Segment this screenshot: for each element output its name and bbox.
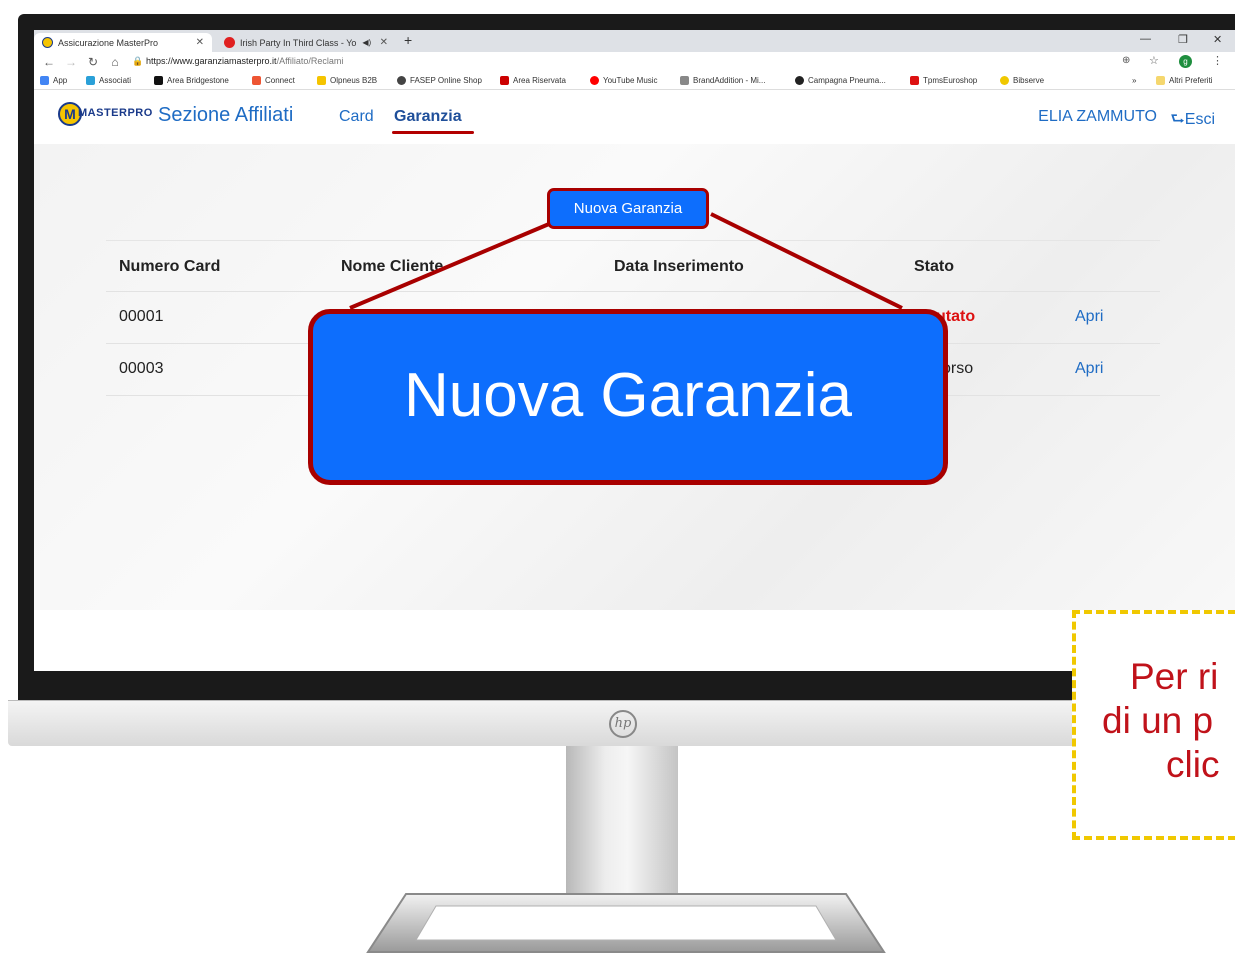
bookmark-item[interactable]: Connect bbox=[252, 76, 295, 85]
youtube-favicon-icon bbox=[224, 37, 235, 48]
tpms-icon bbox=[910, 76, 919, 85]
logout-label: Esci bbox=[1184, 111, 1215, 128]
monitor-stand-base bbox=[366, 893, 886, 953]
bookmark-label: App bbox=[53, 76, 68, 85]
tab-youtube[interactable]: Irish Party In Third Class - Yo ◀) ✕ bbox=[216, 33, 396, 52]
back-icon[interactable]: ← bbox=[42, 55, 56, 69]
url-host: https://www.garanziamasterpro.it bbox=[146, 56, 277, 66]
user-name: ELIA ZAMMUTO bbox=[1038, 108, 1157, 125]
nuova-garanzia-button[interactable]: Nuova Garanzia bbox=[547, 188, 709, 229]
other-bookmarks[interactable]: Altri Preferiti bbox=[1156, 76, 1213, 85]
campagna-icon bbox=[795, 76, 804, 85]
bridgestone-icon bbox=[154, 76, 163, 85]
hp-logo-icon: hp bbox=[609, 710, 637, 738]
menu-icon[interactable]: ⋮ bbox=[1212, 54, 1223, 67]
bookmark-item[interactable]: Olpneus B2B bbox=[317, 76, 377, 85]
apps-icon bbox=[40, 76, 49, 85]
close-tab-icon[interactable]: ✕ bbox=[196, 37, 204, 48]
bookmark-label: Campagna Pneuma... bbox=[808, 76, 886, 85]
logout-link[interactable]: ⮑Esci bbox=[1170, 108, 1215, 135]
browser-tabstrip: Assicurazione MasterPro ✕ Irish Party In… bbox=[34, 30, 1235, 52]
tab-label: Irish Party In Third Class - Yo bbox=[240, 37, 357, 48]
open-link[interactable]: Apri bbox=[1075, 308, 1103, 326]
reload-icon[interactable]: ↻ bbox=[86, 55, 100, 69]
bookmark-label: TpmsEuroshop bbox=[923, 76, 978, 85]
tip-line: di un p bbox=[1102, 700, 1214, 741]
masterpro-logo[interactable]: M MASTERPRO bbox=[58, 102, 152, 132]
brandaddition-icon bbox=[680, 76, 689, 85]
profile-avatar[interactable]: g bbox=[1179, 55, 1192, 68]
bookmark-label: YouTube Music bbox=[603, 76, 658, 85]
bookmarks-bar: App Associati Area Bridgestone Connect O… bbox=[34, 72, 1235, 90]
bookmark-item[interactable]: TpmsEuroshop bbox=[910, 76, 977, 85]
masterpro-favicon-icon bbox=[42, 37, 53, 48]
bookmark-label: Area Riservata bbox=[513, 76, 566, 85]
bookmark-label: BrandAddition - Mi... bbox=[693, 76, 766, 85]
zoomed-nuova-garanzia-callout: Nuova Garanzia bbox=[308, 309, 948, 485]
close-window-icon[interactable]: ✕ bbox=[1213, 33, 1222, 46]
bookmark-item[interactable]: YouTube Music bbox=[590, 76, 658, 85]
logout-icon: ⮑ bbox=[1170, 111, 1185, 128]
restore-icon[interactable]: ❐ bbox=[1178, 33, 1188, 46]
audio-icon[interactable]: ◀) bbox=[362, 38, 371, 47]
people-icon bbox=[86, 76, 95, 85]
bookmark-item[interactable]: Bibserve bbox=[1000, 76, 1044, 85]
forward-icon[interactable]: → bbox=[64, 55, 78, 69]
stage: hp Assicurazione MasterPro ✕ Irish Party… bbox=[0, 0, 1235, 967]
fsc-icon bbox=[500, 76, 509, 85]
cell-numero: 00003 bbox=[119, 360, 164, 377]
instruction-tooltip-text: Per ri di un p clic bbox=[1090, 655, 1235, 787]
close-tab-icon[interactable]: ✕ bbox=[380, 37, 388, 48]
nav-garanzia[interactable]: Garanzia bbox=[394, 108, 462, 126]
tab-masterpro[interactable]: Assicurazione MasterPro ✕ bbox=[34, 33, 212, 52]
brand-title[interactable]: Sezione Affiliati bbox=[158, 104, 293, 127]
star-icon[interactable]: ☆ bbox=[1149, 54, 1159, 67]
table-header: Numero Card Nome Cliente Data Inseriment… bbox=[106, 240, 1160, 292]
header-numero-card: Numero Card bbox=[119, 258, 221, 275]
header-nome-cliente: Nome Cliente bbox=[341, 258, 444, 275]
minimize-icon[interactable]: — bbox=[1140, 33, 1151, 45]
tab-label: Assicurazione MasterPro bbox=[58, 37, 159, 48]
more-bookmarks-icon[interactable]: » bbox=[1132, 76, 1136, 85]
bookmark-item[interactable]: Associati bbox=[86, 76, 131, 85]
site-header: M MASTERPRO Sezione Affiliati Card Garan… bbox=[34, 90, 1235, 144]
bookmark-label: Connect bbox=[265, 76, 295, 85]
nav-highlight-underline bbox=[392, 131, 474, 134]
connect-icon bbox=[252, 76, 261, 85]
bookmark-label: Associati bbox=[99, 76, 132, 85]
olpneus-icon bbox=[317, 76, 326, 85]
header-stato: Stato bbox=[914, 258, 954, 275]
zoom-icon[interactable]: ⊕ bbox=[1122, 55, 1130, 66]
youtube-music-icon bbox=[590, 76, 599, 85]
new-tab-icon[interactable]: + bbox=[404, 32, 412, 48]
lock-icon: 🔒 bbox=[132, 56, 144, 66]
other-bookmarks-label: Altri Preferiti bbox=[1169, 76, 1213, 85]
folder-icon bbox=[1156, 76, 1165, 85]
open-link[interactable]: Apri bbox=[1075, 360, 1103, 378]
bookmark-item[interactable]: BrandAddition - Mi... bbox=[680, 76, 765, 85]
globe-icon bbox=[397, 76, 406, 85]
bookmark-item[interactable]: Area Bridgestone bbox=[154, 76, 229, 85]
address-bar: ← → ↻ ⌂ 🔒 https://www.garanziamasterpro.… bbox=[34, 52, 1235, 72]
nav-card[interactable]: Card bbox=[339, 108, 374, 126]
bookmark-item[interactable]: App bbox=[40, 76, 67, 85]
header-data-inserimento: Data Inserimento bbox=[614, 258, 744, 275]
bookmark-item[interactable]: Campagna Pneuma... bbox=[795, 76, 886, 85]
bookmark-label: FASEP Online Shop bbox=[410, 76, 482, 85]
tip-line: Per ri bbox=[1130, 656, 1219, 697]
bibserve-icon bbox=[1000, 76, 1009, 85]
bookmark-item[interactable]: Area Riservata bbox=[500, 76, 566, 85]
bookmark-label: Olpneus B2B bbox=[330, 76, 378, 85]
monitor-stand-neck bbox=[566, 746, 678, 896]
logo-text: MASTERPRO bbox=[78, 107, 153, 119]
tip-line: clic bbox=[1166, 744, 1220, 785]
bookmark-item[interactable]: FASEP Online Shop bbox=[397, 76, 482, 85]
url-path: /Affiliato/Reclami bbox=[276, 56, 344, 66]
url-field[interactable]: https://www.garanziamasterpro.it/Affilia… bbox=[146, 56, 343, 66]
cell-numero: 00001 bbox=[119, 308, 164, 325]
bookmark-label: Area Bridgestone bbox=[167, 76, 229, 85]
bookmark-label: Bibserve bbox=[1013, 76, 1045, 85]
home-icon[interactable]: ⌂ bbox=[108, 55, 122, 69]
